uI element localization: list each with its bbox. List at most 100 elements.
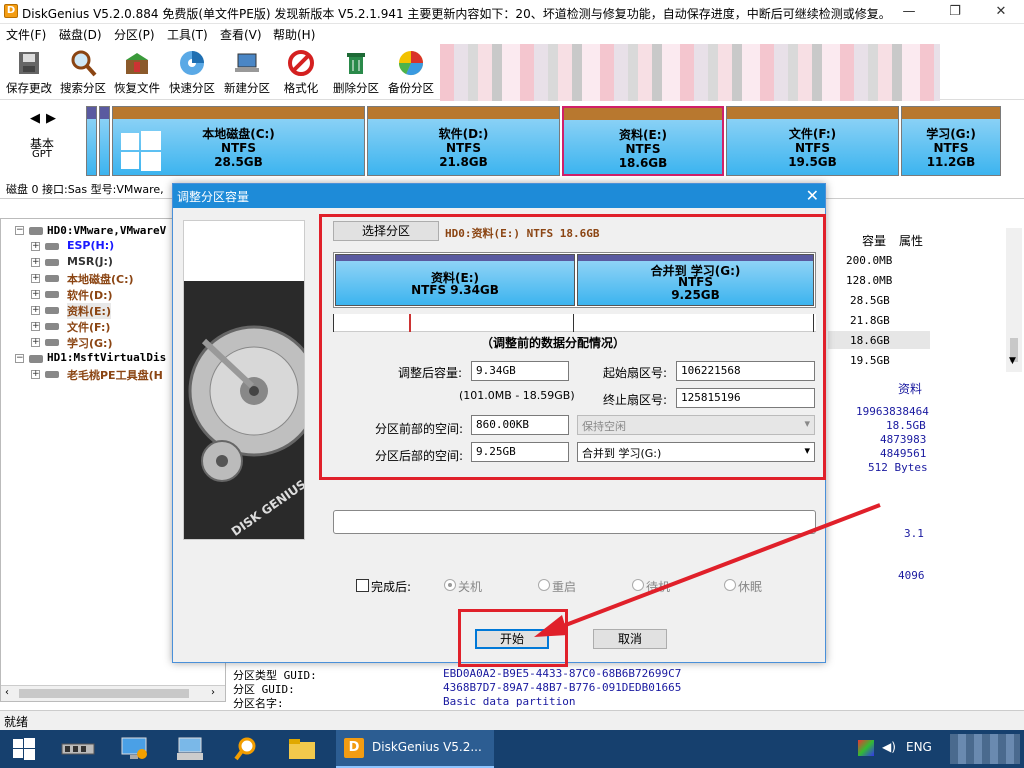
expand-g[interactable]: + bbox=[31, 338, 40, 347]
taskbar-keyboard-app[interactable] bbox=[168, 733, 212, 765]
folder-icon bbox=[289, 739, 315, 759]
end-sector-input[interactable]: 125815196 bbox=[676, 388, 815, 408]
language-indicator[interactable]: ENG bbox=[906, 740, 932, 754]
title-bar: D DiskGenius V5.2.0.884 免费版(单文件PE版) 发现新版… bbox=[0, 0, 1024, 24]
delete-partition-button[interactable]: 删除分区 bbox=[327, 46, 385, 98]
taskbar-diskgenius-label: DiskGenius V5.2... bbox=[372, 740, 482, 754]
col-attr[interactable]: 属性 bbox=[899, 232, 923, 249]
new-partition-button[interactable]: 新建分区 bbox=[218, 46, 276, 98]
partition-icon bbox=[45, 371, 59, 378]
tree-c[interactable]: 本地磁盘(C:) bbox=[67, 271, 134, 287]
partition-name-value: Basic data partition bbox=[443, 695, 576, 708]
scroll-down-icon[interactable]: ▼ bbox=[1009, 356, 1016, 366]
after-complete-checkbox[interactable] bbox=[356, 579, 369, 592]
status-text: 就绪 bbox=[4, 715, 29, 729]
partition-e-bar[interactable]: 资料(E:) NTFS 18.6GB bbox=[562, 106, 724, 176]
start-menu-button[interactable] bbox=[2, 733, 46, 765]
color-icon[interactable] bbox=[858, 740, 874, 756]
expand-e[interactable]: + bbox=[31, 306, 40, 315]
guid-type-value: EBD0A0A2-B9E5-4433-87C0-68B6B72699C7 bbox=[443, 667, 682, 680]
tree-pe[interactable]: 老毛桃PE工具盘(H bbox=[67, 367, 163, 383]
save-changes-button[interactable]: 保存更改 bbox=[0, 46, 58, 98]
expand-esp[interactable]: + bbox=[31, 242, 40, 251]
select-partition-button[interactable]: 选择分区 bbox=[333, 221, 439, 241]
expand-d[interactable]: + bbox=[31, 290, 40, 299]
disk-nav-arrows[interactable]: ◀▶ bbox=[30, 111, 62, 126]
scroll-thumb[interactable] bbox=[19, 689, 189, 698]
partition-g-bar[interactable]: 学习(G:) NTFS 11.2GB bbox=[901, 106, 1001, 176]
taskbar-ram-app[interactable] bbox=[56, 733, 100, 765]
taskbar: D DiskGenius V5.2... ◀) ENG bbox=[0, 730, 1024, 768]
start-sector-label: 起始扇区号: bbox=[603, 366, 668, 380]
scroll-left-icon[interactable]: ‹ bbox=[5, 687, 9, 698]
expand-f[interactable]: + bbox=[31, 322, 40, 331]
pie-icon bbox=[398, 51, 424, 76]
bar-current-partition[interactable]: 资料(E:) NTFS 9.34GB bbox=[335, 254, 575, 306]
radio-shutdown[interactable] bbox=[444, 579, 456, 591]
tree-d[interactable]: 软件(D:) bbox=[67, 287, 113, 303]
cap-row-4: 21.8GB bbox=[850, 314, 890, 327]
partition-f-bar[interactable]: 文件(F:) NTFS 19.5GB bbox=[726, 106, 899, 176]
tree-e[interactable]: 资料(E:) bbox=[67, 303, 111, 319]
taskbar-diskgenius[interactable]: D DiskGenius V5.2... bbox=[336, 730, 494, 768]
cap-row-3: 28.5GB bbox=[850, 294, 890, 307]
front-space-select[interactable]: 保持空闲 ▾ bbox=[577, 415, 815, 435]
back-space-input[interactable]: 9.25GB bbox=[471, 442, 569, 462]
format-button[interactable]: 格式化 bbox=[272, 46, 330, 98]
scroll-right-icon[interactable]: › bbox=[211, 687, 215, 698]
backup-partition-button[interactable]: 备份分区 bbox=[382, 46, 440, 98]
tree-hd1[interactable]: HD1:MsftVirtualDis bbox=[47, 351, 166, 364]
tree-msr[interactable]: MSR(J:) bbox=[67, 255, 113, 268]
expand-c[interactable]: + bbox=[31, 274, 40, 283]
menu-partition[interactable]: 分区(P) bbox=[114, 26, 155, 43]
partition-d-bar[interactable]: 软件(D:) NTFS 21.8GB bbox=[367, 106, 560, 176]
front-space-input[interactable]: 860.00KB bbox=[471, 415, 569, 435]
back-space-select[interactable]: 合并到 学习(G:) ▾ bbox=[577, 442, 815, 462]
menu-disk[interactable]: 磁盘(D) bbox=[59, 26, 102, 43]
menu-tools[interactable]: 工具(T) bbox=[167, 26, 208, 43]
shutdown-label: 关机 bbox=[458, 580, 483, 594]
table-vscrollbar[interactable]: ▼ bbox=[1006, 228, 1022, 372]
trash-icon bbox=[347, 53, 365, 74]
laptop-icon bbox=[235, 53, 259, 72]
partition-layout-bar: 资料(E:) NTFS 9.34GB 合并到 学习(G:) NTFS 9.25G… bbox=[333, 252, 816, 308]
box-icon bbox=[126, 53, 148, 74]
msr-partition-bar[interactable] bbox=[99, 106, 110, 176]
collapse-hd0[interactable]: − bbox=[15, 226, 24, 235]
partition-c-bar[interactable]: 本地磁盘(C:) NTFS 28.5GB bbox=[112, 106, 365, 176]
taskbar-explorer-app[interactable] bbox=[280, 733, 324, 765]
close-button[interactable]: ✕ bbox=[978, 0, 1024, 24]
dialog-titlebar: 调整分区容量 ✕ bbox=[173, 184, 825, 208]
tree-esp[interactable]: ESP(H:) bbox=[67, 239, 114, 252]
taskbar-network-app[interactable] bbox=[112, 733, 156, 765]
cap-row-6: 19.5GB bbox=[850, 354, 890, 367]
recover-files-button[interactable]: 恢复文件 bbox=[108, 46, 166, 98]
menu-file[interactable]: 文件(F) bbox=[6, 26, 46, 43]
expand-msr[interactable]: + bbox=[31, 258, 40, 267]
tree-f[interactable]: 文件(F:) bbox=[67, 319, 110, 335]
quick-partition-button[interactable]: 快速分区 bbox=[163, 46, 221, 98]
disk-genius-image: DISK GENIUS bbox=[183, 220, 320, 540]
dialog-close-button[interactable]: ✕ bbox=[806, 186, 819, 205]
tree-hd0[interactable]: HD0:VMware,VMwareV bbox=[47, 224, 166, 237]
menu-help[interactable]: 帮助(H) bbox=[273, 26, 315, 43]
taskbar-search-app[interactable] bbox=[224, 733, 268, 765]
expand-pe[interactable]: + bbox=[31, 370, 40, 379]
collapse-hd1[interactable]: − bbox=[15, 354, 24, 363]
speaker-icon[interactable]: ◀) bbox=[882, 740, 896, 754]
save-icon bbox=[19, 52, 39, 74]
start-sector-input[interactable]: 106221568 bbox=[676, 361, 815, 381]
esp-partition-bar[interactable] bbox=[86, 106, 97, 176]
bar-merge-target[interactable]: 合并到 学习(G:) NTFS 9.25GB bbox=[577, 254, 814, 306]
col-capacity[interactable]: 容量 bbox=[862, 232, 886, 249]
search-partition-button[interactable]: 搜索分区 bbox=[54, 46, 112, 98]
tree-hscrollbar[interactable]: ‹ › bbox=[1, 685, 225, 701]
detail-free: 18.5GB bbox=[886, 419, 926, 432]
tree-g[interactable]: 学习(G:) bbox=[67, 335, 112, 351]
maximize-button[interactable]: ❐ bbox=[932, 0, 978, 24]
minimize-button[interactable]: — bbox=[886, 0, 932, 24]
menu-view[interactable]: 查看(V) bbox=[220, 26, 262, 43]
detail-name: 资料 bbox=[898, 382, 923, 396]
after-size-input[interactable]: 9.34GB bbox=[471, 361, 569, 381]
app-icon: D bbox=[4, 4, 18, 18]
